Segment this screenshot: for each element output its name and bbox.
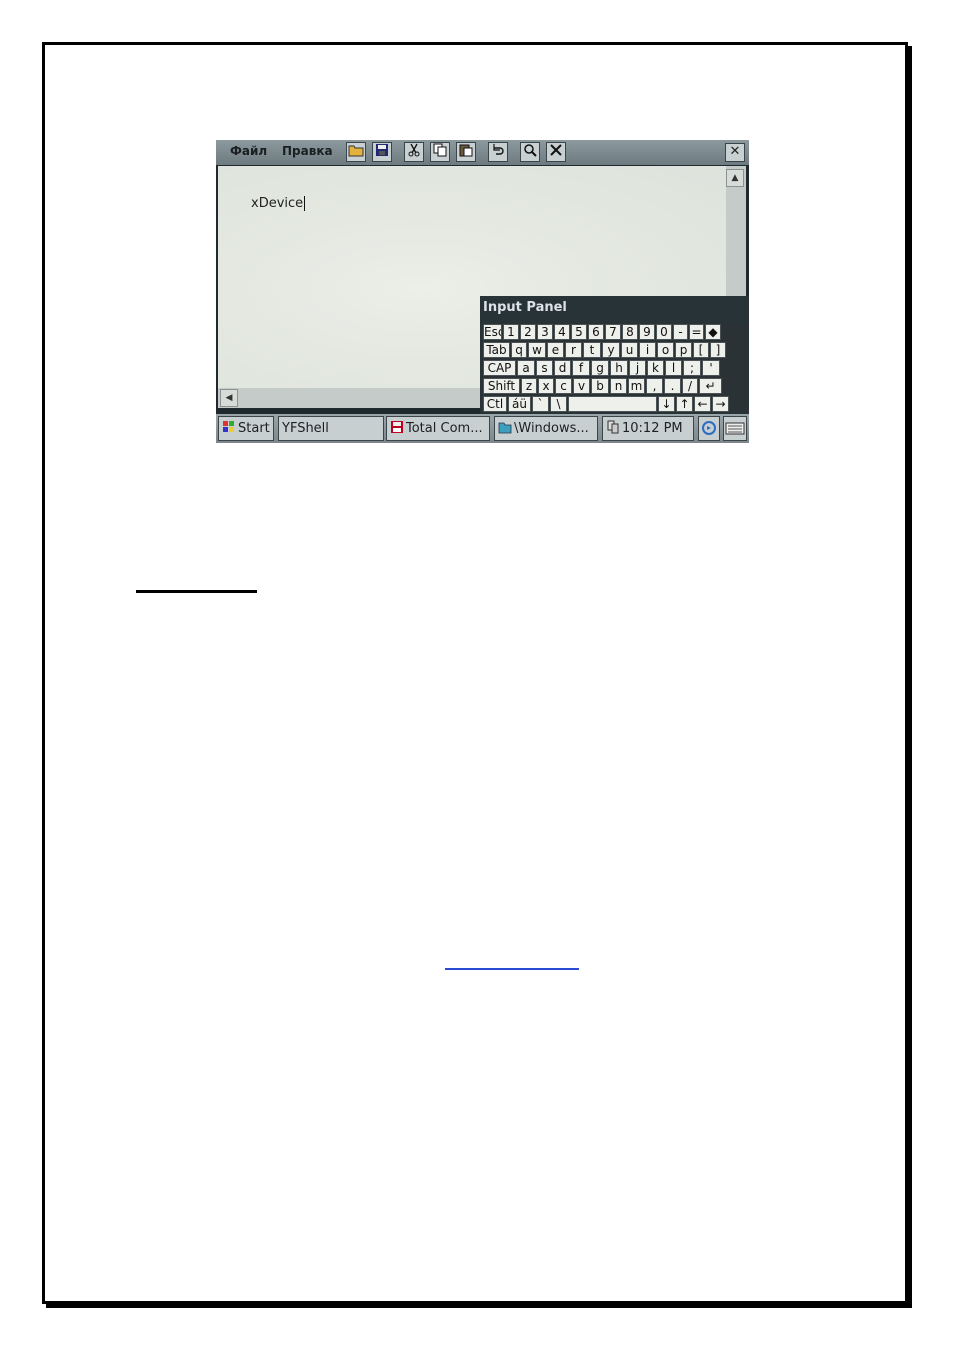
- heading-underline: [136, 590, 257, 593]
- key-sym4-7[interactable]: ←: [694, 396, 711, 412]
- key-e[interactable]: e: [547, 342, 564, 358]
- open-folder-icon[interactable]: [346, 142, 366, 162]
- key-9[interactable]: 9: [639, 324, 655, 340]
- key-sym4-6[interactable]: ↑: [676, 396, 693, 412]
- key-sym2-11[interactable]: ': [702, 360, 720, 376]
- find-icon[interactable]: [520, 142, 540, 162]
- key-7[interactable]: 7: [605, 324, 621, 340]
- key-s[interactable]: s: [536, 360, 553, 376]
- key-2[interactable]: 2: [520, 324, 536, 340]
- key-h[interactable]: h: [610, 360, 628, 376]
- key-sym2-10[interactable]: ;: [683, 360, 701, 376]
- key-sym3-10[interactable]: /: [682, 378, 698, 394]
- key-sym0-12[interactable]: =: [689, 324, 704, 340]
- close-button[interactable]: ✕: [725, 143, 745, 162]
- key-space[interactable]: [568, 396, 657, 412]
- key-o[interactable]: o: [657, 342, 674, 358]
- key-a[interactable]: a: [517, 360, 535, 376]
- key-w[interactable]: w: [528, 342, 546, 358]
- horizontal-scrollbar[interactable]: ◀: [218, 388, 480, 408]
- key-sym4-5[interactable]: ↓: [658, 396, 675, 412]
- key-sym3-9[interactable]: .: [664, 378, 681, 394]
- key-4[interactable]: 4: [554, 324, 570, 340]
- key-sym1-11[interactable]: [: [693, 342, 709, 358]
- key-f[interactable]: f: [572, 360, 590, 376]
- key-1[interactable]: 1: [503, 324, 519, 340]
- system-tray-clock[interactable]: 10:12 PM: [602, 416, 694, 441]
- key-u[interactable]: u: [621, 342, 638, 358]
- scroll-left-icon[interactable]: ◀: [220, 389, 238, 407]
- key-sym1-12[interactable]: ]: [710, 342, 726, 358]
- key-g[interactable]: g: [591, 360, 609, 376]
- taskbar-yfshell[interactable]: YFShell: [278, 416, 384, 441]
- delete-icon[interactable]: [546, 142, 566, 162]
- menu-file[interactable]: Файл: [230, 144, 267, 158]
- scroll-up-icon[interactable]: ▲: [726, 169, 744, 187]
- key-sym3-8[interactable]: ,: [646, 378, 663, 394]
- keyboard-icon[interactable]: [723, 416, 747, 441]
- key-Ctl[interactable]: Ctl: [483, 396, 507, 412]
- desktop-icon[interactable]: [698, 416, 720, 441]
- input-panel: Input Panel Esc1234567890-=◆ Tabqwertyuio…: [480, 296, 749, 414]
- save-icon[interactable]: [372, 142, 392, 162]
- key-8[interactable]: 8: [622, 324, 638, 340]
- key-i[interactable]: i: [639, 342, 656, 358]
- cut-icon[interactable]: [404, 142, 424, 162]
- key-k[interactable]: k: [647, 360, 664, 376]
- key-p[interactable]: p: [675, 342, 692, 358]
- key-sym0-13[interactable]: ◆: [705, 324, 721, 340]
- taskbar-total-commander[interactable]: Total Com...: [386, 416, 490, 441]
- total-commander-label: Total Com...: [406, 421, 483, 436]
- vertical-scrollbar[interactable]: ▲: [726, 166, 746, 296]
- undo-icon[interactable]: [488, 142, 508, 162]
- key-d[interactable]: d: [554, 360, 571, 376]
- network-icon: [606, 419, 620, 434]
- key-sym4-8[interactable]: →: [712, 396, 729, 412]
- taskbar-windows-folder[interactable]: \Windows...: [494, 416, 598, 441]
- key-m[interactable]: m: [628, 378, 645, 394]
- clock-time: 10:12 PM: [622, 421, 683, 436]
- paste-icon[interactable]: [456, 142, 476, 162]
- key-l[interactable]: l: [665, 360, 682, 376]
- key-Tab[interactable]: Tab: [483, 342, 510, 358]
- folder-icon: [498, 419, 512, 434]
- key-r[interactable]: r: [565, 342, 582, 358]
- key-sym3-11[interactable]: ↵: [699, 378, 722, 394]
- taskbar: Start YFShell Total Com... \Windows... 1…: [216, 414, 749, 443]
- key-n[interactable]: n: [610, 378, 627, 394]
- document-text: xDevice: [251, 196, 306, 211]
- key-CAP[interactable]: CAP: [483, 360, 516, 376]
- key-0[interactable]: 0: [656, 324, 672, 340]
- windows-flag-icon: [222, 419, 236, 433]
- key-x[interactable]: x: [538, 378, 554, 394]
- key-b[interactable]: b: [591, 378, 609, 394]
- device-screenshot: Файл Правка ✕ xDevice ▲ ◀ Input Panel Es…: [216, 140, 749, 443]
- key-3[interactable]: 3: [537, 324, 553, 340]
- key-sym0-11[interactable]: -: [673, 324, 688, 340]
- menu-edit[interactable]: Правка: [282, 144, 333, 158]
- key-t[interactable]: t: [583, 342, 601, 358]
- menu-bar: Файл Правка ✕: [216, 140, 749, 165]
- input-panel-title: Input Panel: [483, 300, 567, 315]
- key-sym4-2[interactable]: `: [532, 396, 549, 412]
- windows-folder-label: \Windows...: [514, 421, 589, 436]
- key-y[interactable]: y: [602, 342, 620, 358]
- hyperlink-underline[interactable]: [445, 968, 579, 970]
- key-q[interactable]: q: [511, 342, 527, 358]
- floppy-disk-icon: [390, 419, 404, 433]
- key-sym4-3[interactable]: \: [550, 396, 567, 412]
- key-v[interactable]: v: [573, 378, 590, 394]
- key-6[interactable]: 6: [588, 324, 604, 340]
- key-Esc[interactable]: Esc: [483, 324, 502, 340]
- start-label: Start: [238, 421, 270, 436]
- start-button[interactable]: Start: [218, 416, 274, 441]
- soft-keyboard: Esc1234567890-=◆ Tabqwertyuiop[] CAPasdfgh…: [482, 323, 746, 412]
- key-5[interactable]: 5: [571, 324, 587, 340]
- key-z[interactable]: z: [521, 378, 537, 394]
- key-j[interactable]: j: [629, 360, 646, 376]
- key-c[interactable]: c: [555, 378, 572, 394]
- key-Shift[interactable]: Shift: [483, 378, 520, 394]
- key-sym4-1[interactable]: áü: [508, 396, 531, 412]
- copy-icon[interactable]: [430, 142, 450, 162]
